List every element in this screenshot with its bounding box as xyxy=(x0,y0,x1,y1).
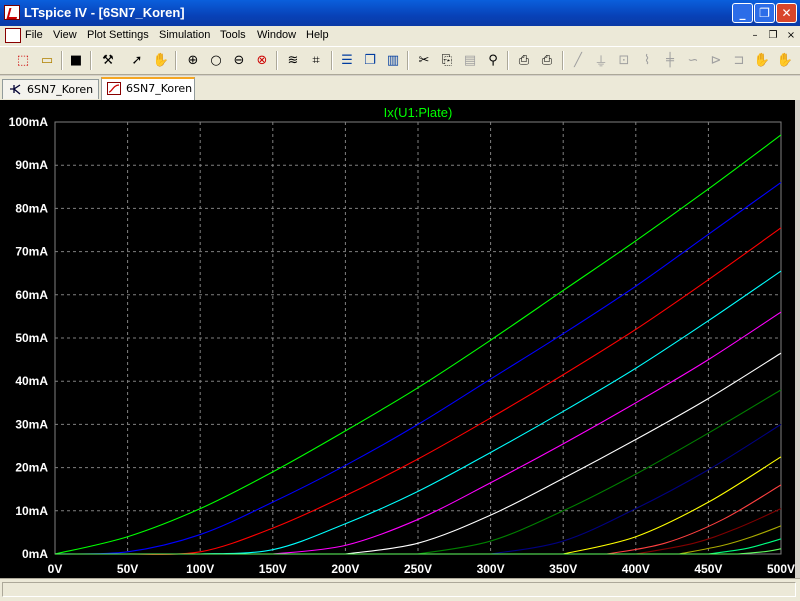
y-tick-label: 20mA xyxy=(15,461,48,475)
tab-schematic[interactable]: 6SN7_Koren xyxy=(2,79,99,99)
x-tick-label: 100V xyxy=(186,562,214,576)
print-preview-icon[interactable]: ⎙ xyxy=(515,51,533,69)
tile-vertical-icon[interactable]: ▥ xyxy=(384,51,402,69)
print-icon[interactable]: ⎙ xyxy=(538,51,556,69)
trace-series-5 xyxy=(55,311,782,555)
x-tick-label: 250V xyxy=(404,562,432,576)
toolbar: ⬚ ▭ ■ ⚒ ➚ ✋ ⊕ ○ ⊖ ⊗ ≋ ⌗ ☰ ❐ ▥ ✂ ⎘ ▤ ⚲ ⎙ … xyxy=(0,47,800,75)
zoom-area-icon[interactable]: ○ xyxy=(207,51,225,69)
x-tick-label: 300V xyxy=(477,562,505,576)
restore-button[interactable]: ❐ xyxy=(754,3,775,23)
new-schematic-icon[interactable]: ⬚ xyxy=(14,51,32,69)
x-tick-label: 450V xyxy=(694,562,722,576)
schematic-icon xyxy=(10,84,21,95)
x-tick-label: 150V xyxy=(259,562,287,576)
status-pane xyxy=(2,582,796,597)
y-tick-label: 0mA xyxy=(22,547,48,561)
y-tick-label: 10mA xyxy=(15,504,48,518)
x-tick-label: 500V xyxy=(767,562,795,576)
cut-icon[interactable]: ✂ xyxy=(415,51,433,69)
y-tick-label: 80mA xyxy=(15,201,48,215)
capacitor-icon[interactable]: ╪ xyxy=(661,51,679,69)
trace-title: Ix(U1:Plate) xyxy=(384,105,453,120)
menu-file[interactable]: File xyxy=(25,29,43,41)
doc-restore-button[interactable]: ❐ xyxy=(766,30,780,42)
y-tick-label: 90mA xyxy=(15,158,48,172)
close-button[interactable]: ✕ xyxy=(776,3,797,23)
toolbar-separator xyxy=(507,51,509,70)
menu-tools[interactable]: Tools xyxy=(220,29,246,41)
paste-icon[interactable]: ▤ xyxy=(461,51,479,69)
cascade-icon[interactable]: ❐ xyxy=(361,51,379,69)
menu-window[interactable]: Window xyxy=(257,29,296,41)
run-icon[interactable]: ➚ xyxy=(128,51,146,69)
toolbar-separator xyxy=(61,51,63,70)
title-bar: LTspice IV - [6SN7_Koren] _ ❐ ✕ xyxy=(0,0,800,26)
x-tick-label: 400V xyxy=(622,562,650,576)
tab-label: 6SN7_Koren xyxy=(27,83,94,96)
tab-label: 6SN7_Koren xyxy=(126,82,193,95)
label-icon[interactable]: ⊡ xyxy=(615,51,633,69)
move-icon[interactable]: ✋ xyxy=(753,51,771,69)
y-tick-label: 40mA xyxy=(15,374,48,388)
waveform-plot-pane[interactable]: 0V 50V 100V 150V 200V 250V 300V 350V 400V 450V 500… xyxy=(0,100,800,578)
waveform-icon xyxy=(107,82,121,95)
y-tick-label: 50mA xyxy=(15,331,48,345)
zoom-cancel-icon[interactable]: ⊗ xyxy=(253,51,271,69)
find-icon[interactable]: ⚲ xyxy=(484,51,502,69)
save-icon[interactable]: ■ xyxy=(67,51,85,69)
trace-series-3 xyxy=(55,227,782,555)
x-tick-label: 200V xyxy=(331,562,359,576)
wire-icon[interactable]: ╱ xyxy=(569,51,587,69)
autorange-icon[interactable]: ≋ xyxy=(284,51,302,69)
toolbar-separator xyxy=(331,51,333,70)
document-tab-bar: 6SN7_Koren 6SN7_Koren xyxy=(0,76,800,100)
doc-minimize-button[interactable]: – xyxy=(748,30,762,42)
menu-simulation[interactable]: Simulation xyxy=(159,29,210,41)
halt-icon[interactable]: ✋ xyxy=(152,51,170,69)
component-icon[interactable]: ⊐ xyxy=(730,51,748,69)
x-tick-label: 350V xyxy=(549,562,577,576)
zoom-in-icon[interactable]: ⊕ xyxy=(184,51,202,69)
control-panel-icon[interactable]: ⚒ xyxy=(99,51,117,69)
y-tick-label: 30mA xyxy=(15,417,48,431)
toolbar-separator xyxy=(407,51,409,70)
inductor-icon[interactable]: ∽ xyxy=(684,51,702,69)
plot-pane-edge xyxy=(795,100,800,578)
y-tick-label: 100mA xyxy=(9,115,49,129)
menu-help[interactable]: Help xyxy=(306,29,329,41)
tile-horizontal-icon[interactable]: ☰ xyxy=(338,51,356,69)
waveform-plot[interactable]: 0V 50V 100V 150V 200V 250V 300V 350V 400V 450V 500… xyxy=(0,100,795,578)
zoom-out-icon[interactable]: ⊖ xyxy=(230,51,248,69)
copy-icon[interactable]: ⎘ xyxy=(438,51,456,69)
y-tick-label: 60mA xyxy=(15,288,48,302)
menu-plot-settings[interactable]: Plot Settings xyxy=(87,29,149,41)
toolbar-separator xyxy=(562,51,564,70)
toolbar-separator xyxy=(175,51,177,70)
tick-labels: 0V 50V 100V 150V 200V 250V 300V 350V 400V 450V 500… xyxy=(9,115,795,576)
diode-icon[interactable]: ⊳ xyxy=(707,51,725,69)
resistor-icon[interactable]: ⌇ xyxy=(638,51,656,69)
tab-waveform[interactable]: 6SN7_Koren xyxy=(101,77,195,100)
ltspice-app-icon xyxy=(4,5,20,20)
toolbar-separator xyxy=(90,51,92,70)
x-tick-label: 0V xyxy=(48,562,63,576)
ground-icon[interactable]: ⏚ xyxy=(592,51,610,70)
menu-view[interactable]: View xyxy=(53,29,77,41)
open-icon[interactable]: ▭ xyxy=(38,51,56,69)
waveform-doc-icon[interactable] xyxy=(5,28,21,43)
minimize-button[interactable]: _ xyxy=(732,3,753,23)
status-bar xyxy=(0,578,800,601)
y-tick-label: 70mA xyxy=(15,245,48,259)
zoom-full-icon[interactable]: ⌗ xyxy=(307,51,325,69)
menu-bar: File View Plot Settings Simulation Tools… xyxy=(0,26,800,47)
doc-close-button[interactable]: × xyxy=(784,30,798,42)
plot-grid xyxy=(55,122,781,554)
x-tick-label: 50V xyxy=(117,562,138,576)
window-title: LTspice IV - [6SN7_Koren] xyxy=(24,5,185,20)
drag-icon[interactable]: ✋ xyxy=(776,51,794,69)
toolbar-separator xyxy=(276,51,278,70)
